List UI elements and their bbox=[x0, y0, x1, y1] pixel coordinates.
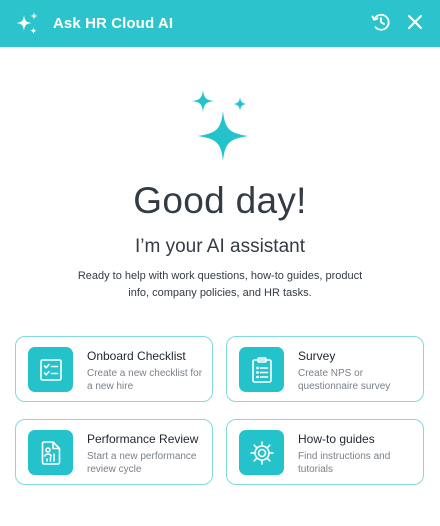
onboard-checklist-card[interactable]: Onboard Checklist Create a new checklist… bbox=[15, 336, 213, 402]
card-description: Create a new checklist for a new hire bbox=[87, 368, 203, 392]
clipboard-icon bbox=[239, 347, 284, 392]
assistant-description: Ready to help with work questions, how-t… bbox=[77, 270, 363, 299]
survey-card[interactable]: Survey Create NPS or questionnaire surve… bbox=[226, 336, 424, 402]
assistant-subtitle: I’m your AI assistant bbox=[134, 236, 305, 257]
greeting-heading: Good day! bbox=[133, 180, 307, 221]
card-title: How-to guides bbox=[298, 432, 375, 446]
card-title: Performance Review bbox=[87, 432, 199, 446]
header-bar: Ask HR Cloud AI bbox=[0, 0, 440, 47]
sparkles-icon bbox=[14, 11, 40, 37]
performance-review-card[interactable]: Performance Review Start a new performan… bbox=[15, 419, 213, 485]
checklist-icon bbox=[28, 347, 73, 392]
card-title: Onboard Checklist bbox=[87, 349, 186, 363]
sparkles-icon bbox=[188, 88, 260, 162]
gear-icon bbox=[239, 430, 284, 475]
performance-chart-icon bbox=[28, 430, 73, 475]
card-title: Survey bbox=[298, 349, 336, 363]
card-description: Start a new performance review cycle bbox=[87, 451, 197, 475]
how-to-guides-card[interactable]: How-to guides Find instructions and tuto… bbox=[226, 419, 424, 485]
card-description: Create NPS or questionnaire survey bbox=[298, 368, 391, 392]
close-icon bbox=[406, 13, 424, 36]
history-icon bbox=[370, 11, 392, 38]
history-button[interactable] bbox=[369, 12, 393, 36]
card-description: Find instructions and tutorials bbox=[298, 451, 391, 475]
app-title: Ask HR Cloud AI bbox=[53, 15, 174, 32]
ai-assistant-window: Ask HR Cloud AI Good day! I’m your AI as… bbox=[0, 0, 440, 526]
close-button[interactable] bbox=[403, 12, 427, 36]
